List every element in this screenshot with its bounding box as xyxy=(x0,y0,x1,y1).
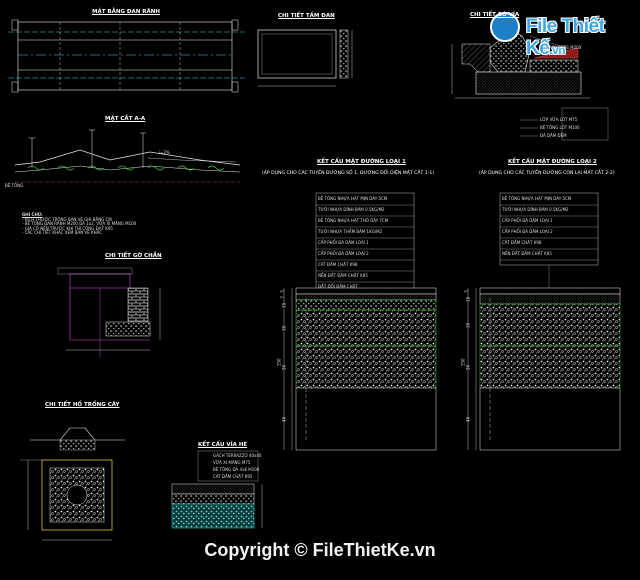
dimension-total: 150 xyxy=(460,358,466,367)
wall-brick xyxy=(127,287,149,325)
dimension-total: 150 xyxy=(276,358,282,367)
grass-mark xyxy=(207,165,225,171)
layer-label: ĐẤT ĐỒI ĐẦM CHẶT xyxy=(318,284,358,289)
section-title: MẶT CẮT A-A xyxy=(105,116,146,122)
pavement-layer xyxy=(295,299,437,311)
note-line: - CÁC CHI TIẾT KHÁC XEM BẢN VẼ KHÁC xyxy=(22,230,103,236)
curb-gutter xyxy=(529,59,579,73)
dimension-value: 15 xyxy=(281,302,287,308)
slope-label: i=2% xyxy=(159,150,170,155)
sidewalk-tile-layer xyxy=(171,483,255,495)
dimension-value: 50 xyxy=(281,364,287,370)
grass-mark xyxy=(27,165,45,171)
dimension-value: 40 xyxy=(465,416,471,422)
cover-slab-section xyxy=(339,29,349,79)
dimension-value: 30 xyxy=(281,325,287,331)
pavement-1-subtitle: (ÁP DỤNG CHO CÁC TUYẾN ĐƯỜNG SỐ 1, ĐƯỜNG… xyxy=(262,171,435,176)
layer-label: BÊ TÔNG NHỰA HẠT MỊN DÀY 5CM xyxy=(318,196,388,201)
pavement-layer xyxy=(295,345,437,389)
layer-label: CÁT ĐẦM CHẶT K98 xyxy=(502,240,542,245)
sidewalk-label: CÁT ĐẦM CHẶT K95 xyxy=(213,474,253,479)
sidewalk-title: KẾT CẤU VỈA HÈ xyxy=(198,442,248,448)
sidewalk-sand-layer xyxy=(171,503,255,529)
pavement-1-title: KẾT CẤU MẶT ĐƯỜNG LOẠI 1 xyxy=(317,159,406,165)
curb-label: ĐÁ DĂM ĐỆM xyxy=(540,133,567,138)
curb-label-box xyxy=(561,107,609,141)
cover-slab-inner xyxy=(261,33,333,75)
wall-detail-title: CHI TIẾT GỜ CHẮN xyxy=(105,253,162,259)
tree-pit-title: CHI TIẾT HỐ TRỒNG CÂY xyxy=(45,402,120,408)
layer-label: TƯỚI NHỰA THẤM BÁM 1KG/M2 xyxy=(318,229,383,234)
pavement-layer xyxy=(295,287,437,295)
dimension-value: 7 xyxy=(279,296,285,299)
dimension-value: 30 xyxy=(465,322,471,328)
cover-detail-title: CHI TIẾT TẤM ĐAN xyxy=(278,13,335,19)
grass-mark xyxy=(177,165,195,171)
plan-section-mark xyxy=(11,19,19,31)
wall-cap xyxy=(69,273,131,289)
notes-block: GHI CHÚ: - KÍCH THƯỚC TRONG BẢN VẼ GHI B… xyxy=(22,212,136,236)
dimension-value: 5 xyxy=(279,290,285,293)
cover-slab-outline xyxy=(257,29,337,79)
dimension-value: 50 xyxy=(465,364,471,370)
layer-label: CẤP PHỐI ĐÁ DĂM LOẠI 2 xyxy=(502,229,553,234)
sidewalk-label: VỮA XI MĂNG M75 xyxy=(213,460,251,465)
plan-title: MẶT BẰNG ĐAN RÃNH xyxy=(92,9,160,15)
layer-label: TƯỚI NHỰA DÍNH BÁM 0.5KG/M2 xyxy=(318,207,385,212)
layer-label: TƯỚI NHỰA DÍNH BÁM 0.5KG/M2 xyxy=(502,207,569,212)
pavement-layer xyxy=(295,293,437,301)
pavement-layer xyxy=(295,387,437,451)
pavement-layer xyxy=(295,309,437,347)
layer-label: NỀN ĐẤT ĐẦM CHẶT K95 xyxy=(318,273,368,278)
pavement-2-title: KẾT CẤU MẶT ĐƯỜNG LOẠI 2 xyxy=(508,159,597,165)
sidewalk-label: BÊ TÔNG ĐÁ 4x6 M100 xyxy=(213,467,260,472)
tree-pit-trunk xyxy=(66,484,88,506)
pavement-layer xyxy=(479,387,621,451)
sidewalk-label: GẠCH TERRAZZO 40x40 xyxy=(213,453,262,458)
layer-label: CẤP PHỐI ĐÁ DĂM LOẠI 2 xyxy=(318,251,369,256)
pavement-layer xyxy=(479,303,621,347)
layer-label: NỀN ĐẤT ĐẦM CHẶT K95 xyxy=(502,251,552,256)
curb-base xyxy=(475,71,582,95)
curb-label: BÓ VỈA BTĐS M200 xyxy=(543,45,582,50)
pavement-layer xyxy=(479,345,621,389)
curb-label: LỚP VỮA LÓT M75 xyxy=(540,117,578,122)
dimension-value: 40 xyxy=(281,416,287,422)
dimension-value: 5 xyxy=(463,290,469,293)
layer-label: BÊ TÔNG NHỰA HẠT THÔ DÀY 7CM xyxy=(318,218,389,223)
sidewalk-concrete-layer xyxy=(171,493,255,505)
layer-label: CẤP PHỐI ĐÁ DĂM LOẠI 1 xyxy=(318,240,369,245)
layer-label: CẤP PHỐI ĐÁ DĂM LOẠI 1 xyxy=(502,218,553,223)
curb-wall xyxy=(461,43,491,73)
tree-pit-section-fill xyxy=(59,439,96,451)
dimension-value: 15 xyxy=(465,296,471,302)
tree-pit-section xyxy=(30,427,125,441)
drawing-canvas: File Thiết Kế.vn MẶT BẰNG ĐAN RÃNH CHI T… xyxy=(0,0,640,580)
plan-section-mark xyxy=(11,81,19,93)
plan-section-mark xyxy=(231,81,239,93)
pavement-layer xyxy=(479,293,621,305)
curb-detail-title: CHI TIẾT BÓ VỈA xyxy=(470,12,520,18)
pavement-layer xyxy=(479,287,621,295)
curb-label: BÊ TÔNG LÓT M100 xyxy=(540,125,580,130)
wall-footing xyxy=(105,321,151,337)
grass-mark xyxy=(87,165,105,171)
road-profile xyxy=(14,149,241,166)
layer-label: BÊ TÔNG NHỰA HẠT MỊN DÀY 5CM xyxy=(502,196,572,201)
plan-section-mark xyxy=(231,19,239,31)
ground-label: BÊ TÔNG xyxy=(5,183,24,188)
copyright-watermark: Copyright © FileThietKe.vn xyxy=(204,540,436,560)
wall-label-box xyxy=(57,267,133,275)
pavement-2-subtitle: (ÁP DỤNG CHO CÁC TUYẾN ĐƯỜNG CÒN LẠI MẶT… xyxy=(479,171,615,176)
cad-drawing xyxy=(8,19,621,541)
logo-text: File Thiết Kế.vn xyxy=(526,16,605,59)
layer-label: CÁT ĐẦM CHẶT K98 xyxy=(318,262,358,267)
